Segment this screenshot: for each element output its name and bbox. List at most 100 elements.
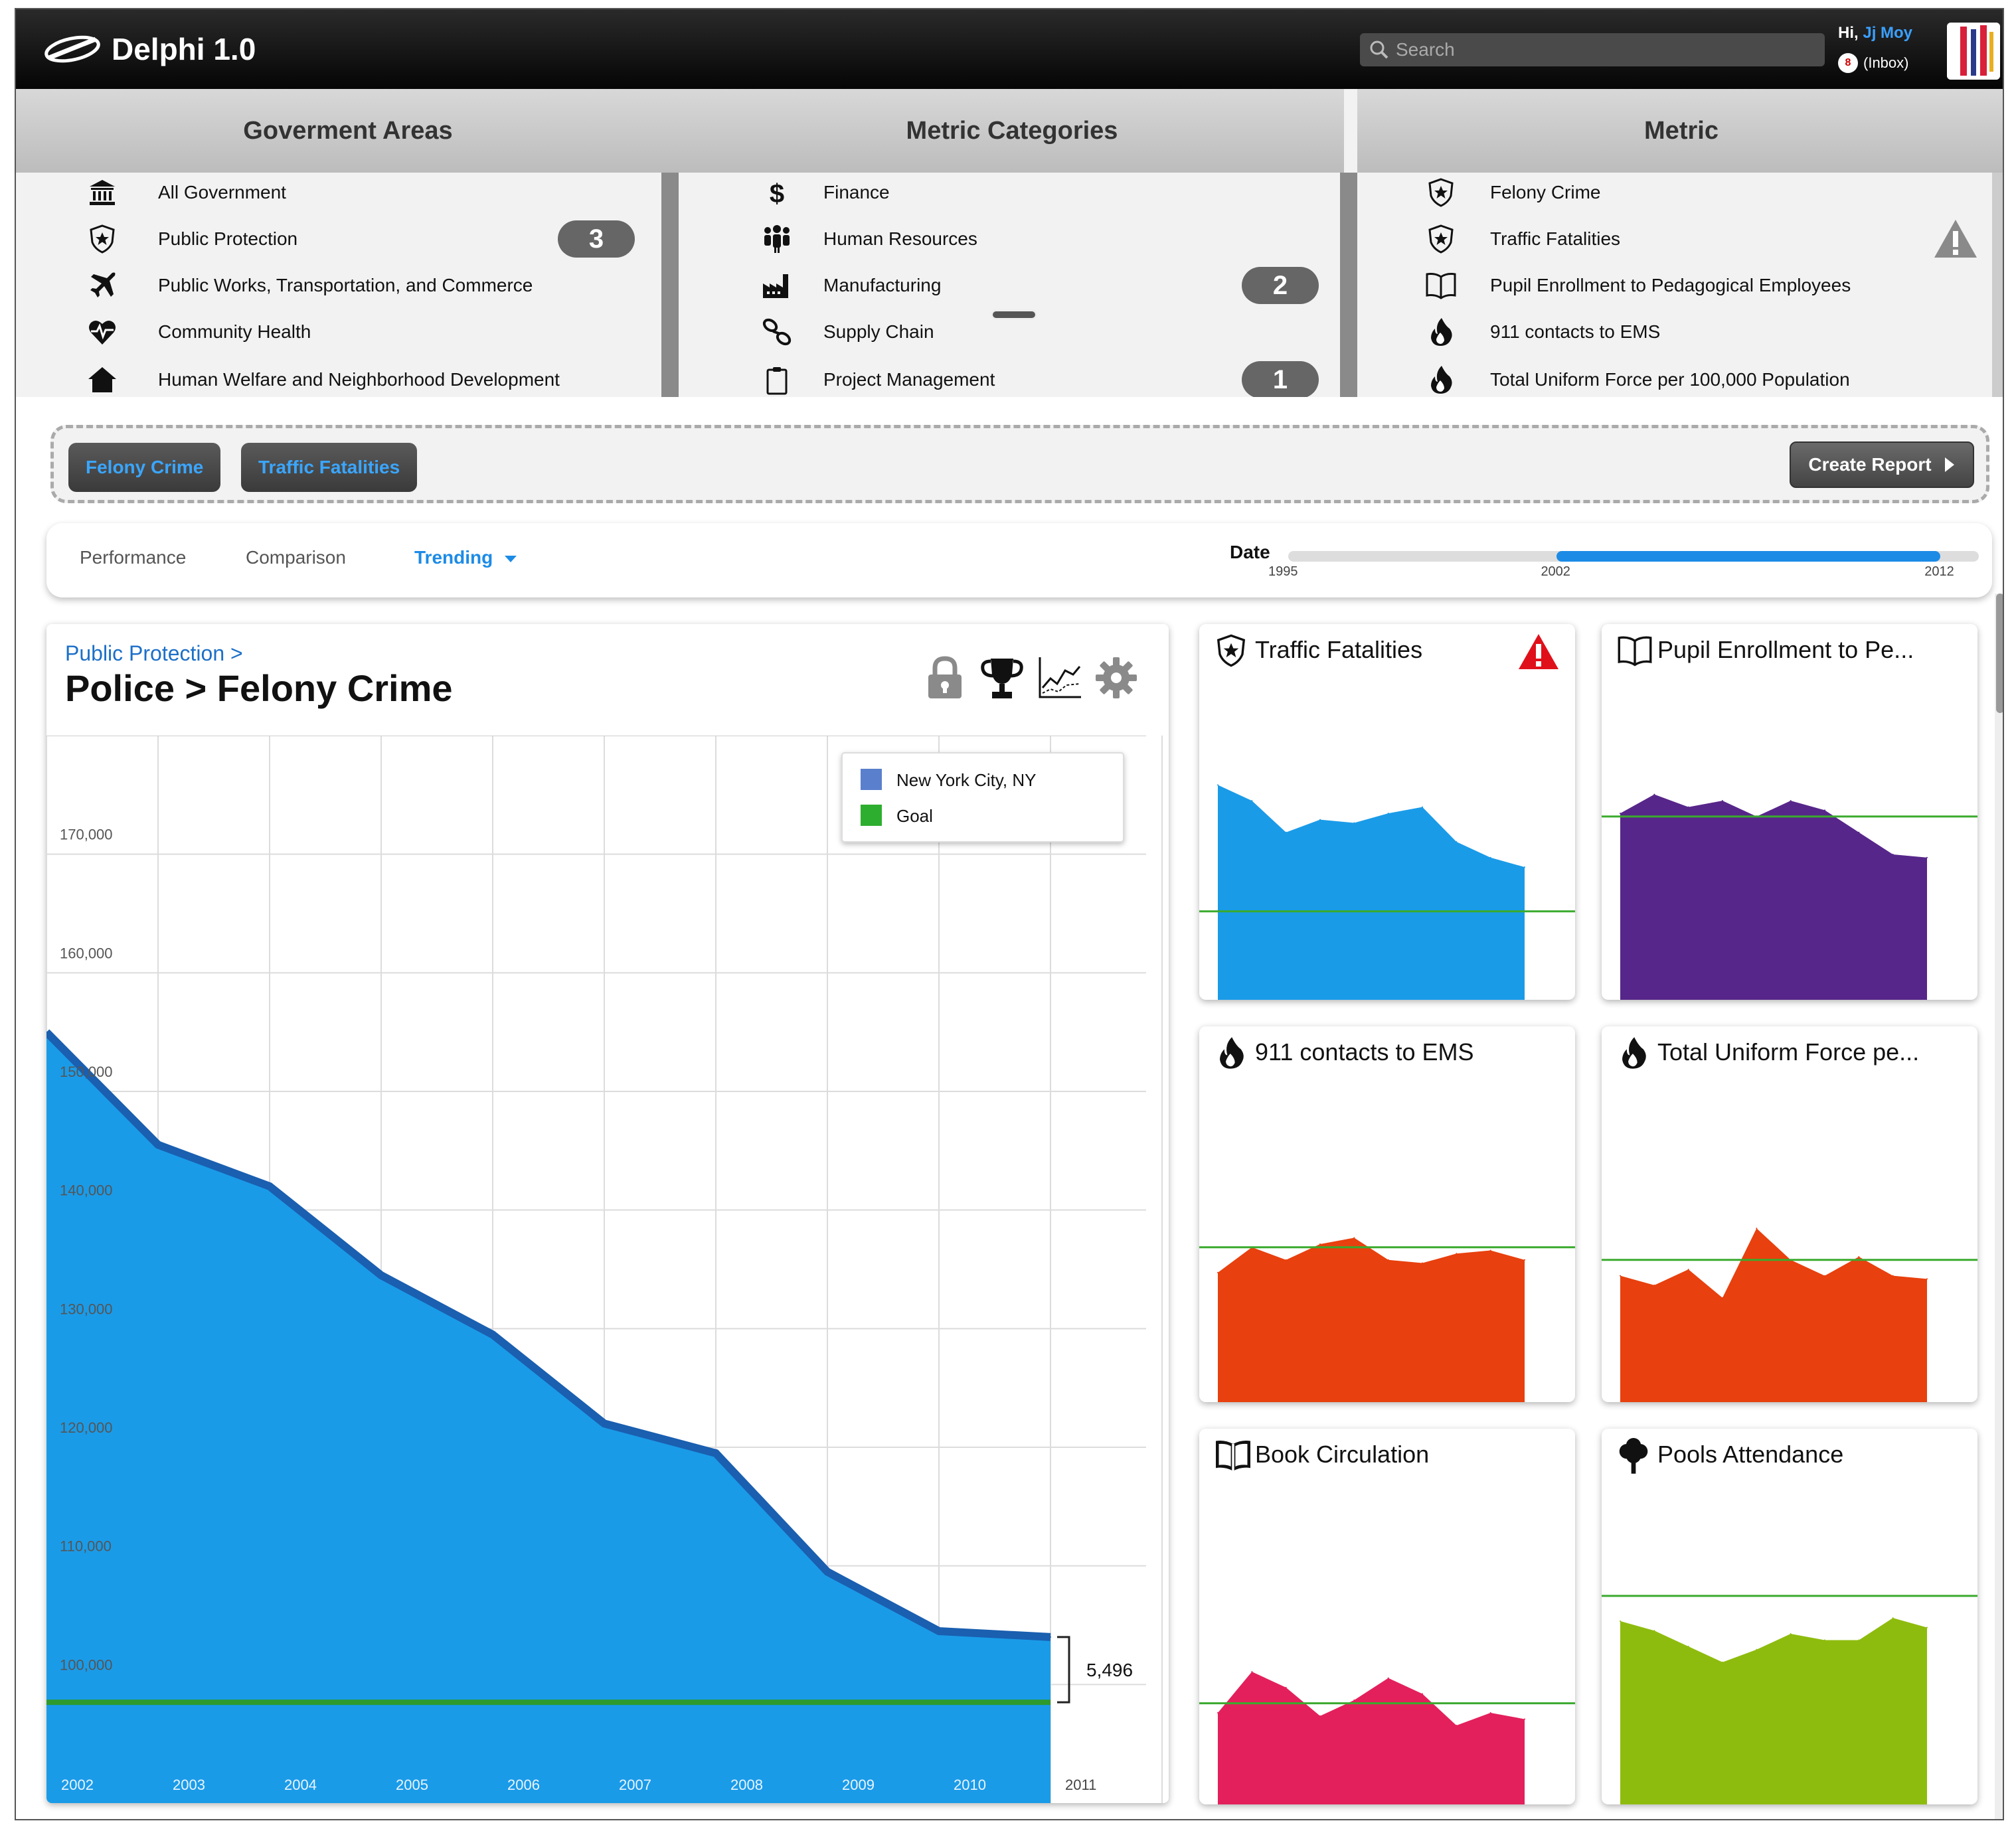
series-point-new-york-city[interactable] bbox=[715, 1452, 716, 1454]
column-scrollbar[interactable] bbox=[1992, 173, 2003, 397]
sparkline-point bbox=[1489, 1711, 1491, 1713]
airplane-icon bbox=[85, 268, 120, 303]
area-item-label: Community Health bbox=[158, 321, 311, 342]
area-item-public-works[interactable]: Public Works, Transportation, and Commer… bbox=[16, 266, 680, 305]
sparkline-point bbox=[1892, 1275, 1894, 1277]
card-title: Total Uniform Force pe... bbox=[1657, 1038, 1920, 1066]
series-point-new-york-city[interactable] bbox=[938, 1630, 940, 1632]
series-point-new-york-city[interactable] bbox=[380, 1274, 382, 1276]
page-scrollbar-thumb[interactable] bbox=[1996, 594, 2003, 713]
traffic-fatalities-sparkline bbox=[1199, 784, 1575, 1000]
line-chart-icon[interactable] bbox=[1036, 655, 1081, 701]
search-icon bbox=[1370, 40, 1388, 59]
x-tick-label: 2007 bbox=[619, 1777, 651, 1793]
police-badge-icon bbox=[85, 222, 120, 256]
tab-comparison[interactable]: Comparison bbox=[246, 547, 346, 568]
category-item-finance[interactable]: $ Finance bbox=[680, 173, 1344, 212]
inbox-link[interactable]: 8 (Inbox) bbox=[1838, 53, 1908, 73]
sparkline-point bbox=[1790, 800, 1792, 802]
brand[interactable]: Delphi 1.0 bbox=[42, 28, 256, 70]
sparkline-point bbox=[1756, 1648, 1758, 1650]
selected-metric-chip-felony-crime[interactable]: Felony Crime bbox=[68, 443, 221, 492]
sparkline-point bbox=[1756, 1228, 1758, 1230]
sparkline-point bbox=[1251, 800, 1253, 802]
sparkline-point bbox=[1387, 1677, 1389, 1679]
category-item-human-resources[interactable]: Human Resources bbox=[680, 219, 1344, 259]
category-item-label: Human Resources bbox=[823, 228, 977, 249]
column-scrollbar[interactable] bbox=[1340, 173, 1357, 397]
selected-count-badge: 2 bbox=[1242, 267, 1319, 304]
metric-item-traffic-fatalities[interactable]: Traffic Fatalities bbox=[1357, 219, 2003, 259]
flame-icon bbox=[1424, 315, 1458, 349]
metric-card-pools-attendance[interactable]: Pools Attendance bbox=[1602, 1429, 1977, 1804]
police-badge-icon bbox=[1214, 633, 1248, 668]
metric-item-felony-crime[interactable]: Felony Crime bbox=[1357, 173, 2003, 212]
area-item-human-welfare[interactable]: Human Welfare and Neighborhood Developme… bbox=[16, 360, 680, 397]
breadcrumb[interactable]: Public Protection > bbox=[65, 641, 243, 666]
series-point-new-york-city[interactable] bbox=[827, 1571, 828, 1573]
pools-attendance-sparkline bbox=[1602, 1595, 1977, 1804]
area-item-community-health[interactable]: Community Health bbox=[16, 312, 680, 352]
sparkline-point bbox=[1653, 793, 1655, 795]
government-building-icon bbox=[85, 175, 120, 210]
date-range-slider[interactable] bbox=[1288, 551, 1979, 562]
selected-count-badge: 1 bbox=[1242, 361, 1319, 397]
search-box[interactable] bbox=[1360, 33, 1825, 66]
legend-swatch bbox=[861, 805, 882, 826]
series-point-new-york-city[interactable] bbox=[1050, 1636, 1051, 1638]
dollar-icon: $ bbox=[760, 175, 794, 210]
gear-icon[interactable] bbox=[1093, 655, 1137, 701]
goal-gap-label: 5,496 bbox=[1086, 1660, 1133, 1680]
avatar[interactable] bbox=[1947, 23, 2000, 80]
metric-card-book-circulation[interactable]: Book Circulation bbox=[1199, 1429, 1575, 1804]
tab-trending[interactable]: Trending bbox=[414, 547, 518, 568]
sparkline-point bbox=[1217, 784, 1218, 786]
area-item-public-protection[interactable]: Public Protection 3 bbox=[16, 219, 680, 259]
sparkline-point bbox=[1319, 1243, 1321, 1245]
pupil-enrollment-sparkline bbox=[1602, 793, 1977, 1000]
trophy-icon[interactable] bbox=[980, 655, 1024, 701]
selected-metric-chip-traffic-fatalities[interactable]: Traffic Fatalities bbox=[241, 443, 418, 492]
sparkline-point bbox=[1217, 1711, 1218, 1713]
metric-column: Metric Felony Crime Traffic Fatalities P… bbox=[1357, 89, 2003, 397]
metric-card-911-contacts[interactable]: 911 contacts to EMS bbox=[1199, 1026, 1575, 1402]
metric-item-pupil-enrollment[interactable]: Pupil Enrollment to Pedagogical Employee… bbox=[1357, 266, 2003, 305]
category-item-manufacturing[interactable]: Manufacturing 2 bbox=[680, 266, 1344, 305]
metric-card-pupil-enrollment[interactable]: Pupil Enrollment to Pe... bbox=[1602, 624, 1977, 1000]
sparkline-point bbox=[1217, 1271, 1218, 1273]
search-input[interactable] bbox=[1396, 39, 1794, 60]
date-range-selection[interactable] bbox=[1556, 551, 1941, 562]
category-item-project-management[interactable]: Project Management 1 bbox=[680, 360, 1344, 397]
category-item-label: Project Management bbox=[823, 369, 995, 390]
create-report-button[interactable]: Create Report bbox=[1790, 441, 1974, 488]
sparkline-point bbox=[1653, 1284, 1655, 1286]
tab-performance[interactable]: Performance bbox=[80, 547, 186, 568]
series-area-new-york-city bbox=[46, 1032, 1050, 1803]
user-name-link[interactable]: Jj Moy bbox=[1863, 24, 1912, 42]
page-scrollbar[interactable] bbox=[1995, 594, 2003, 1819]
lock-icon[interactable] bbox=[923, 655, 967, 701]
series-point-new-york-city[interactable] bbox=[269, 1185, 270, 1187]
area-item-all-government[interactable]: All Government bbox=[16, 173, 680, 212]
category-item-label: Supply Chain bbox=[823, 321, 934, 342]
metric-item-911-contacts[interactable]: 911 contacts to EMS bbox=[1357, 312, 2003, 352]
sparkline-point bbox=[1824, 1275, 1825, 1277]
sparkline-point bbox=[1722, 1297, 1723, 1299]
metric-card-traffic-fatalities[interactable]: Traffic Fatalities bbox=[1199, 624, 1575, 1000]
date-range-start-label: 2002 bbox=[1541, 564, 1570, 579]
series-point-new-york-city[interactable] bbox=[604, 1423, 605, 1425]
sparkline-area bbox=[1620, 794, 1927, 1000]
app-window: Delphi 1.0 Hi, Jj Moy 8 (Inbox) bbox=[15, 8, 2004, 1820]
column-scrollbar[interactable] bbox=[661, 173, 679, 397]
card-title: Pools Attendance bbox=[1657, 1441, 1844, 1468]
panel-resize-handle[interactable] bbox=[991, 309, 1037, 320]
metric-card-total-uniform-force[interactable]: Total Uniform Force pe... bbox=[1602, 1026, 1977, 1402]
metric-categories-column: Metric Categories $ Finance Human Resour… bbox=[680, 89, 1344, 397]
sparkline-point bbox=[1722, 1661, 1723, 1663]
series-point-new-york-city[interactable] bbox=[157, 1144, 159, 1146]
metric-item-total-uniform-force[interactable]: Total Uniform Force per 100,000 Populati… bbox=[1357, 360, 2003, 397]
total-uniform-force-sparkline bbox=[1602, 1228, 1977, 1402]
series-point-new-york-city[interactable] bbox=[492, 1334, 493, 1336]
category-item-label: Manufacturing bbox=[823, 275, 942, 295]
sparkline-point bbox=[1353, 822, 1355, 824]
